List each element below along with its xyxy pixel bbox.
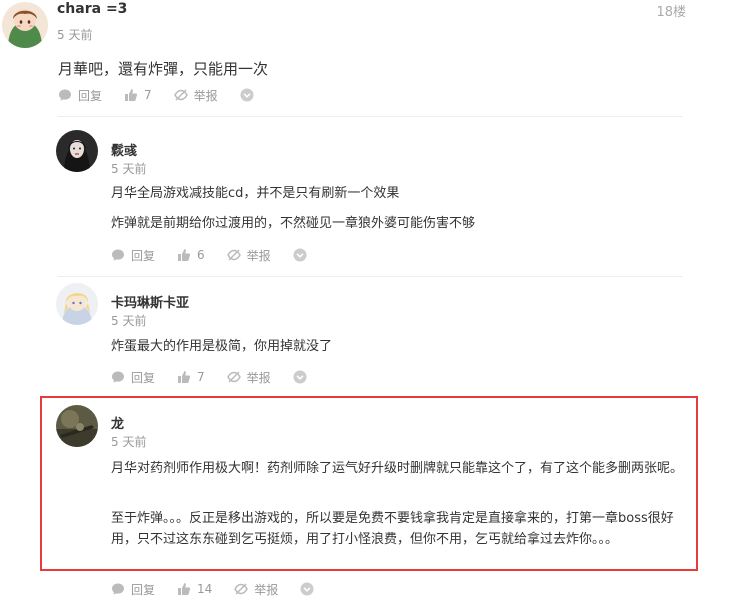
- report-button[interactable]: 举报: [226, 247, 271, 264]
- like-button[interactable]: 7: [124, 88, 152, 102]
- floor-number: 18楼: [656, 5, 686, 20]
- report-label: 举报: [254, 582, 279, 597]
- hide-icon: [234, 582, 249, 596]
- more-button[interactable]: [240, 88, 254, 102]
- reply-button[interactable]: 回复: [111, 581, 155, 598]
- chevron-down-icon: [293, 248, 307, 262]
- avatar[interactable]: [2, 2, 48, 48]
- report-button[interactable]: 举报: [226, 369, 271, 386]
- reply-paragraph: 月华对药剂师作用极大啊！药剂师除了运气好升级时删牌就只能靠这个了，有了这个能多删…: [111, 461, 684, 476]
- reply-paragraph: 炸弹就是前期给你过渡用的，不然碰见一章狼外婆可能伤害不够: [111, 216, 476, 231]
- reply-actions: 回复 7 举报: [111, 368, 329, 386]
- like-count: 6: [197, 248, 205, 262]
- chevron-down-icon: [240, 88, 254, 102]
- like-button[interactable]: 14: [177, 582, 212, 596]
- divider: [58, 116, 683, 117]
- divider: [58, 276, 683, 277]
- chevron-down-icon: [300, 582, 314, 596]
- more-button[interactable]: [300, 582, 314, 596]
- reply-label: 回复: [131, 370, 156, 385]
- hide-icon: [173, 88, 188, 102]
- report-label: 举报: [193, 88, 218, 103]
- reply-actions: 回复 14 举报: [111, 580, 336, 598]
- more-button[interactable]: [293, 370, 307, 384]
- like-count: 14: [197, 582, 213, 596]
- reply-paragraph: 至于炸弹。。。反正是移出游戏的，所以要是免费不要钱拿我肯定是直接拿来的，打第一章…: [111, 511, 674, 547]
- avatar[interactable]: [56, 405, 98, 447]
- username[interactable]: 卡玛琳斯卡亚: [111, 292, 189, 311]
- like-count: 7: [197, 370, 205, 384]
- reply-icon: [111, 582, 125, 596]
- reply-actions: 回复 6 举报: [111, 246, 329, 264]
- timestamp: 5 天前: [57, 28, 93, 42]
- reply-button[interactable]: 回复: [111, 247, 155, 264]
- chevron-down-icon: [293, 370, 307, 384]
- more-button[interactable]: [293, 248, 307, 262]
- report-button[interactable]: 举报: [234, 581, 278, 598]
- like-button[interactable]: 6: [177, 248, 205, 262]
- reply-icon: [58, 88, 72, 102]
- thumbs-up-icon: [177, 582, 191, 596]
- report-label: 举报: [246, 370, 271, 385]
- reply-label: 回复: [131, 582, 156, 597]
- comment-actions: 回复 7 举报: [58, 86, 276, 104]
- reply-button[interactable]: 回复: [111, 369, 155, 386]
- reply-paragraph: 月华全局游戏减技能cd，并不是只有刷新一个效果: [111, 186, 400, 201]
- username[interactable]: 龙: [111, 413, 124, 432]
- timestamp: 5 天前: [111, 435, 147, 449]
- reply-icon: [111, 370, 125, 384]
- reply-label: 回复: [131, 248, 156, 263]
- hide-icon: [226, 370, 241, 384]
- reply-paragraph: 炸蛋最大的作用是极简，你用掉就没了: [111, 339, 333, 354]
- thumbs-up-icon: [124, 88, 138, 102]
- reply-icon: [111, 248, 125, 262]
- thumbs-up-icon: [177, 370, 191, 384]
- timestamp: 5 天前: [111, 162, 147, 176]
- timestamp: 5 天前: [111, 314, 147, 328]
- report-label: 举报: [246, 248, 271, 263]
- username[interactable]: chara =3: [57, 1, 127, 17]
- report-button[interactable]: 举报: [173, 87, 218, 104]
- like-button[interactable]: 7: [177, 370, 205, 384]
- reply-button[interactable]: 回复: [58, 87, 102, 104]
- reply-label: 回复: [78, 88, 103, 103]
- like-count: 7: [144, 88, 152, 102]
- hide-icon: [226, 248, 241, 262]
- comment-content: 月華吧，還有炸彈，只能用一次: [58, 60, 269, 78]
- avatar[interactable]: [56, 283, 98, 325]
- avatar[interactable]: [56, 130, 98, 172]
- username[interactable]: 鬏彧: [111, 140, 137, 159]
- thumbs-up-icon: [177, 248, 191, 262]
